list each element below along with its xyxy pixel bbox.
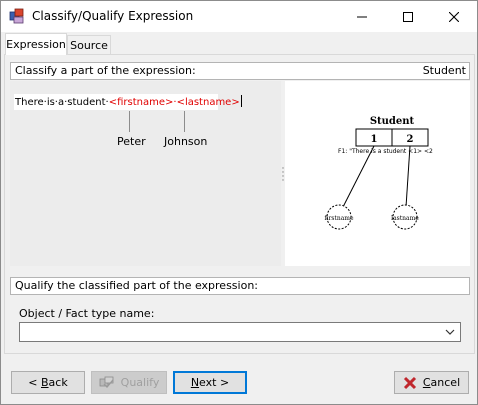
- qualify-icon: [99, 376, 115, 390]
- expression-plain-text: There·is·a·student·: [15, 97, 109, 108]
- close-button[interactable]: [431, 1, 477, 32]
- qualify-header-label: Qualify the classified part of the expre…: [15, 279, 258, 292]
- role-connector-firstname: [129, 111, 130, 132]
- app-icon: [9, 8, 25, 24]
- role-lastname-text[interactable]: <lastname>: [177, 97, 240, 108]
- next-button-label: Next >: [190, 376, 230, 389]
- value-type-lastname-label: lastname: [391, 215, 419, 222]
- text-caret: [240, 95, 242, 107]
- back-button-label: < Back: [28, 376, 68, 389]
- role-box-2: 2: [407, 134, 414, 145]
- qualify-button-label: Qualify: [120, 376, 160, 389]
- next-button[interactable]: Next >: [173, 371, 247, 394]
- splitter-handle[interactable]: [282, 166, 284, 182]
- window-title: Classify/Qualify Expression: [32, 9, 194, 23]
- classified-object-label: Student: [422, 64, 466, 77]
- orm-diagram: Student 1 2 F1: "There is a student <1> …: [285, 81, 470, 266]
- role-link-1: [342, 145, 375, 208]
- dialog-window: Classify/Qualify Expression Expression S…: [0, 0, 478, 405]
- role-connector-lastname: [184, 111, 185, 132]
- tab-source[interactable]: Source: [67, 35, 111, 55]
- fact-caption: F1: "There is a student <1> <2: [338, 148, 433, 155]
- close-icon: [449, 11, 459, 22]
- role-box-1: 1: [371, 134, 378, 145]
- cancel-button-label: Cancel: [422, 376, 461, 389]
- title-bar: Classify/Qualify Expression: [1, 1, 477, 32]
- qualify-header: Qualify the classified part of the expre…: [10, 277, 470, 295]
- object-type-name: Student: [370, 116, 415, 127]
- maximize-button[interactable]: [385, 1, 431, 32]
- tab-source-label: Source: [70, 38, 108, 52]
- tab-expression[interactable]: Expression: [5, 33, 67, 55]
- cancel-button[interactable]: Cancel: [394, 371, 469, 394]
- fact-type-name-label: Object / Fact type name:: [19, 307, 155, 320]
- chevron-down-icon[interactable]: [444, 326, 456, 338]
- expression-editor[interactable]: There·is·a·student·<firstname>·<lastname…: [10, 81, 281, 266]
- example-value-lastname: Johnson: [164, 135, 208, 148]
- value-type-firstname-label: firstname: [324, 215, 353, 222]
- tab-expression-label: Expression: [6, 38, 66, 51]
- classify-header-label: Classify a part of the expression:: [15, 64, 196, 77]
- minimize-icon: [357, 16, 367, 17]
- example-value-firstname: Peter: [117, 135, 146, 148]
- qualify-button[interactable]: Qualify: [91, 371, 167, 394]
- classify-header: Classify a part of the expression: Stude…: [10, 62, 470, 80]
- maximize-icon: [403, 11, 413, 22]
- minimize-button[interactable]: [339, 1, 385, 32]
- back-button[interactable]: < Back: [11, 371, 85, 394]
- expression-text[interactable]: There·is·a·student·<firstname>·<lastname…: [15, 95, 242, 108]
- cancel-x-icon: [403, 376, 417, 390]
- orm-diagram-canvas: Student 1 2 F1: "There is a student <1> …: [324, 116, 433, 230]
- role-firstname-text[interactable]: <firstname>: [109, 97, 174, 108]
- fact-type-name-combobox[interactable]: [19, 322, 461, 342]
- role-link-2: [405, 145, 411, 208]
